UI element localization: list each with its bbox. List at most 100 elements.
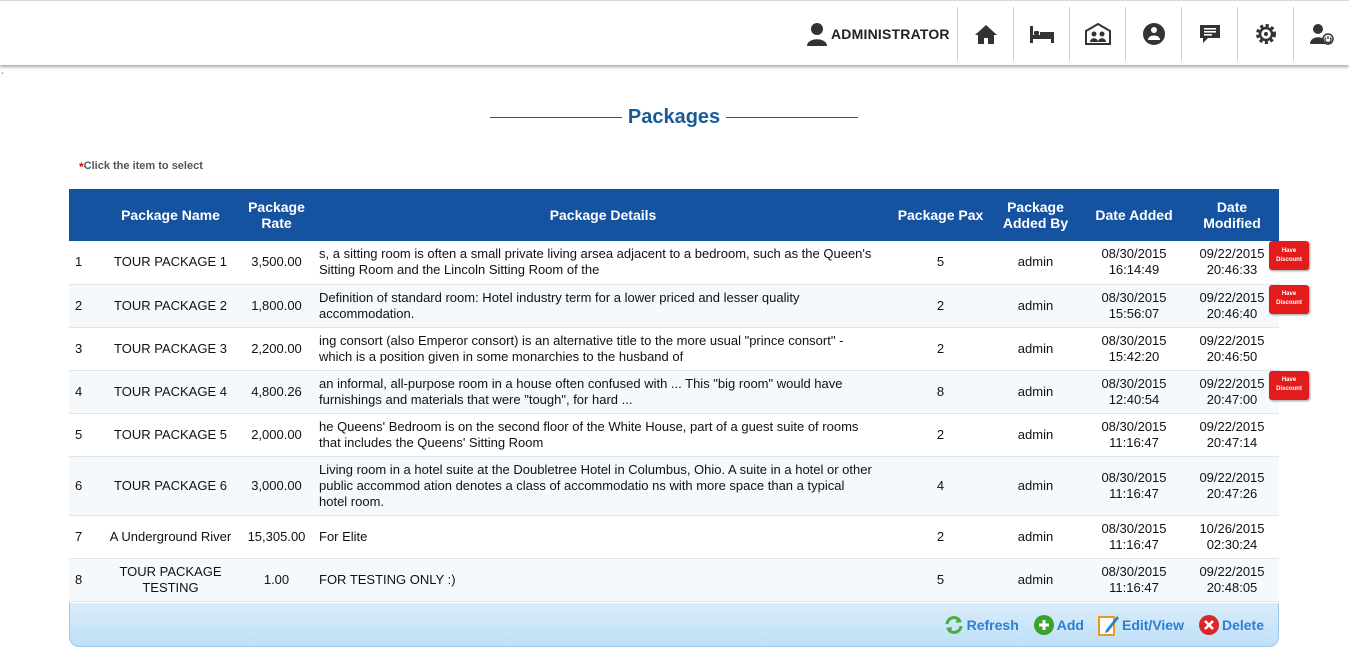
date-modified-cell: 09/22/2015 20:47:26 [1185, 456, 1279, 516]
package-added-by-cell: admin [988, 515, 1083, 559]
package-pax-cell: 5 [893, 241, 988, 285]
date-added: 08/30/2015 15:42:20 [1101, 332, 1167, 364]
col-package-added-by-header[interactable]: Package Added By [988, 189, 1083, 241]
package-pax-cell: 2 [893, 327, 988, 371]
home-icon [974, 25, 997, 44]
refresh-button[interactable]: Refresh [943, 614, 1019, 636]
date-added-cell: 08/30/2015 15:56:07 [1083, 284, 1185, 328]
col-package-details-header[interactable]: Package Details [313, 189, 893, 241]
package-pax: 2 [936, 297, 945, 313]
package-details-cell: Definition of standard room: Hotel indus… [313, 284, 893, 328]
row-number-cell: 7 [69, 515, 101, 559]
package-added-by-cell: admin [988, 558, 1083, 602]
package-pax-cell: 2 [893, 515, 988, 559]
row-number: 4 [75, 383, 83, 399]
delete-button[interactable]: Delete [1198, 614, 1264, 636]
package-rate-cell: 1,800.00 [240, 284, 313, 328]
date-modified-cell: 09/22/2015 20:46:40 Have Discount [1185, 284, 1309, 328]
date-added-cell: 08/30/2015 12:40:54 [1083, 370, 1185, 414]
refresh-icon [945, 616, 963, 634]
package-details-cell: For Elite [313, 515, 893, 559]
col-number-header[interactable] [69, 189, 101, 241]
table-row[interactable]: 3 TOUR PACKAGE 3 2,200.00 ing consort (also… [69, 327, 1279, 371]
package-pax: 8 [936, 383, 945, 399]
date-modified: 09/22/2015 20:46:33 [1199, 246, 1265, 278]
package-added-by: admin [1017, 571, 1054, 587]
package-name: TOUR PACKAGE 3 [114, 340, 227, 356]
date-added: 08/30/2015 15:56:07 [1101, 289, 1167, 321]
col-date-modified-header[interactable]: Date Modified [1185, 189, 1279, 241]
package-name: TOUR PACKAGE 1 [114, 254, 227, 270]
package-name-cell: TOUR PACKAGE TESTING [101, 558, 240, 602]
delete-label: Delete [1221, 617, 1264, 633]
package-pax-cell: 4 [893, 456, 988, 516]
package-pax-cell: 2 [893, 413, 988, 457]
table-row[interactable]: 7 A Underground River 15,305.00 For Elite 2 a… [69, 515, 1279, 559]
row-number-cell: 6 [69, 456, 101, 516]
package-rate: 2,000.00 [251, 426, 302, 442]
grid-actions: Refresh Add Edit/View Delete [929, 613, 1264, 637]
nav-settings-button[interactable] [1237, 7, 1293, 61]
col-date-added-header[interactable]: Date Added [1083, 189, 1185, 241]
package-pax: 2 [936, 426, 945, 442]
row-number: 1 [75, 254, 83, 270]
package-name: TOUR PACKAGE TESTING [119, 563, 222, 595]
table-row[interactable]: 4 TOUR PACKAGE 4 4,800.26 an informal, all-… [69, 370, 1309, 414]
package-rate-cell: 4,800.26 [240, 370, 313, 414]
nav-logout-button[interactable] [1293, 7, 1349, 61]
edit-view-label: Edit/View [1121, 617, 1184, 633]
row-number: 3 [75, 340, 83, 356]
nav-messages-button[interactable] [1181, 7, 1237, 61]
table-row[interactable]: 1 TOUR PACKAGE 1 3,500.00 s, a sitting room… [69, 241, 1309, 285]
edit-view-button[interactable]: Edit/View [1097, 613, 1184, 637]
package-details: he Queens' Bedroom is on the second floo… [319, 418, 859, 450]
table-body: 1 TOUR PACKAGE 1 3,500.00 s, a sitting room… [69, 241, 1309, 602]
table-row[interactable]: 8 TOUR PACKAGE TESTING 1.00 FOR TESTING ONL… [69, 558, 1279, 602]
col-package-rate-header[interactable]: Package Rate [240, 189, 313, 241]
edit-icon [1097, 616, 1119, 636]
title-divider-right [726, 116, 859, 118]
package-added-by: admin [1017, 297, 1054, 313]
package-name: A Underground River [109, 528, 232, 544]
package-pax-cell: 8 [893, 370, 988, 414]
date-added-cell: 08/30/2015 11:16:47 [1083, 515, 1185, 559]
package-name-cell: TOUR PACKAGE 3 [101, 327, 240, 371]
package-details: Definition of standard room: Hotel indus… [319, 289, 800, 321]
package-name-cell: TOUR PACKAGE 5 [101, 413, 240, 457]
refresh-label: Refresh [966, 617, 1019, 633]
package-details-cell: s, a sitting room is often a small priva… [313, 241, 893, 285]
user-menu[interactable]: ADMINISTRATOR [806, 21, 950, 47]
row-number: 5 [75, 426, 83, 442]
row-number: 8 [75, 571, 83, 587]
date-modified: 09/22/2015 20:46:50 [1199, 332, 1265, 364]
row-number-cell: 2 [69, 284, 101, 328]
col-package-name-header[interactable]: Package Name [101, 189, 240, 241]
nav-rooms-button[interactable] [1013, 7, 1069, 61]
table-row[interactable]: 2 TOUR PACKAGE 2 1,800.00 Definition of sta… [69, 284, 1309, 328]
package-rate: 1,800.00 [251, 297, 302, 313]
discount-badge: Have Discount [1269, 370, 1309, 400]
package-added-by-cell: admin [988, 284, 1083, 328]
package-added-by-cell: admin [988, 327, 1083, 371]
package-details: For Elite [319, 528, 368, 544]
col-package-pax-header[interactable]: Package Pax [893, 189, 988, 241]
logout-icon [1309, 24, 1334, 45]
add-button[interactable]: Add [1033, 614, 1084, 636]
date-modified: 09/22/2015 20:47:26 [1199, 469, 1265, 501]
package-pax: 4 [936, 477, 945, 493]
package-name: TOUR PACKAGE 2 [114, 297, 227, 313]
date-added: 08/30/2015 11:16:47 [1101, 520, 1167, 552]
table-row[interactable]: 5 TOUR PACKAGE 5 2,000.00 he Queens' Bedroo… [69, 413, 1279, 457]
date-modified: 09/22/2015 20:48:05 [1199, 563, 1265, 595]
settings-icon [1255, 24, 1276, 44]
date-modified-cell: 09/22/2015 20:47:00 Have Discount [1185, 370, 1309, 414]
nav-guests-button[interactable] [1069, 7, 1125, 61]
nav-tours-button[interactable] [1125, 7, 1181, 61]
row-number: 7 [75, 528, 83, 544]
table-row[interactable]: 6 TOUR PACKAGE 6 3,000.00 Living room in a … [69, 456, 1279, 516]
package-details-cell: an informal, all-purpose room in a house… [313, 370, 893, 414]
nav-home-button[interactable] [957, 7, 1013, 61]
messages-icon [1199, 25, 1220, 43]
date-modified-cell: 09/22/2015 20:46:50 [1185, 327, 1279, 371]
row-number-cell: 1 [69, 241, 101, 285]
